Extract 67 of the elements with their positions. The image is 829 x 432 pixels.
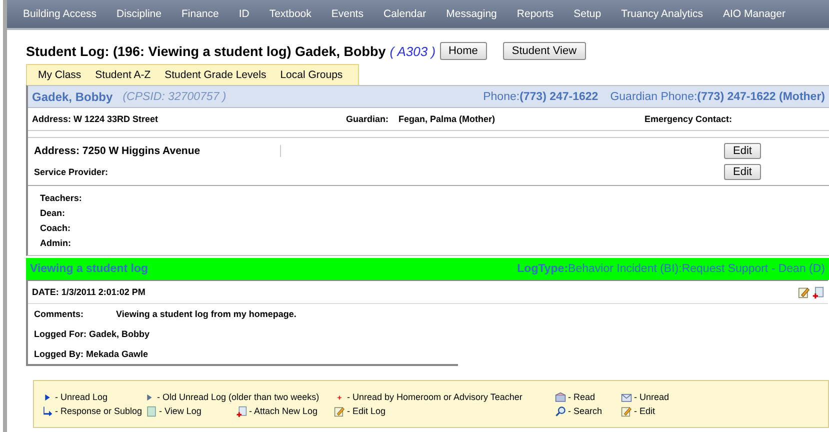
menu-item[interactable]: Building Access	[13, 8, 107, 20]
address-text: Address: W 1224 33RD Street	[32, 114, 160, 124]
log-type: Behavior Incident (BI):Request Support - Dean (D)	[568, 263, 825, 275]
legend-label: - Response or Sublog	[55, 406, 142, 416]
pencil-icon	[621, 406, 632, 416]
guardian-name: Fegan, Palma (Mother)	[398, 114, 496, 124]
log-title: Viewing a student log	[30, 263, 148, 275]
student-name: Gadek, Bobby	[32, 90, 113, 104]
service-provider-label: Service Provider:	[34, 166, 108, 176]
tab[interactable]: My Class	[33, 69, 90, 81]
guardian-phone-number: (773) 247-1622 (Mother)	[697, 90, 825, 102]
logged-by-text: Logged By: Mekada Gawle	[34, 349, 148, 359]
logged-for-text: Logged For: Gadek, Bobby	[34, 329, 150, 339]
menu-item[interactable]: Setup	[564, 8, 612, 20]
staff-label: Admin:	[40, 237, 72, 250]
comments-label: Comments:	[34, 309, 85, 319]
staff-label: Dean:	[40, 207, 66, 220]
staff-label: Teachers:	[40, 192, 83, 205]
bent-arrow-icon	[42, 406, 53, 416]
legend-label: - Search	[568, 406, 602, 416]
emergency-contact-label: Emergency Contact:	[644, 114, 732, 124]
legend-label: - Read	[568, 392, 596, 402]
phone-number: (773) 247-1622	[520, 90, 598, 102]
legend-label: - Attach New Log	[249, 406, 318, 416]
menu-item[interactable]: Events	[321, 8, 374, 20]
envelope-icon	[621, 392, 632, 402]
nav-button[interactable]: Home	[440, 42, 487, 60]
document-icon	[146, 406, 157, 416]
log-type-label: LogType:	[517, 263, 568, 275]
envelope-icon	[555, 392, 566, 402]
tab[interactable]: Local Groups	[275, 69, 352, 81]
guardian-phone-label: Guardian Phone:	[610, 90, 698, 102]
menu-item[interactable]: Finance	[171, 8, 229, 20]
menu-item[interactable]: Discipline	[106, 8, 172, 20]
attach-icon	[236, 406, 247, 416]
legend-label: - Edit Log	[347, 406, 386, 416]
log-date: DATE: 1/3/2011 2:01:02 PM	[32, 287, 146, 297]
student-id: (CPSID: 32700757 )	[122, 90, 226, 102]
legend-label: - Unread	[634, 392, 670, 402]
menu-item[interactable]: Calendar	[373, 8, 436, 20]
nav-button[interactable]: Student View	[502, 42, 586, 60]
legend-label: - View Log	[159, 406, 202, 416]
menu-item[interactable]: AIO Manager	[713, 8, 796, 20]
comments-text: Viewing a student log from my homepage.	[116, 309, 296, 319]
pencil-icon[interactable]	[798, 286, 810, 298]
edit-button[interactable]: Edit	[724, 164, 761, 180]
guardian-label: Guardian:	[346, 114, 389, 124]
menu-item[interactable]: Truancy Analytics	[611, 8, 714, 20]
legend-label: - Old Unread Log (older than two weeks)	[157, 392, 320, 402]
legend-label: - Unread Log	[55, 392, 108, 402]
attach-icon[interactable]	[812, 286, 824, 298]
address-text: Address: 7250 W Higgins Avenue	[34, 144, 282, 156]
menu-item[interactable]: ID	[228, 8, 260, 20]
tab[interactable]: Student Grade Levels	[160, 69, 276, 81]
tab[interactable]: Student A-Z	[90, 69, 160, 81]
menu-item[interactable]: Messaging	[436, 8, 507, 20]
legend-label: - Unread by Homeroom or Advisory Teacher	[347, 392, 522, 402]
menu-item[interactable]: Textbook	[259, 8, 322, 20]
phone-label: Phone:	[483, 90, 520, 102]
legend-label: - Edit	[634, 406, 656, 416]
menu-item[interactable]: Reports	[506, 8, 564, 20]
staff-label: Coach:	[40, 222, 72, 235]
room-number: ( A303 )	[390, 44, 436, 58]
edit-button[interactable]: Edit	[724, 142, 761, 158]
page-title: Student Log: (196: Viewing a student log) Gadek, Bobby	[26, 44, 386, 58]
pencil-icon	[334, 406, 345, 416]
search-icon	[555, 406, 566, 416]
